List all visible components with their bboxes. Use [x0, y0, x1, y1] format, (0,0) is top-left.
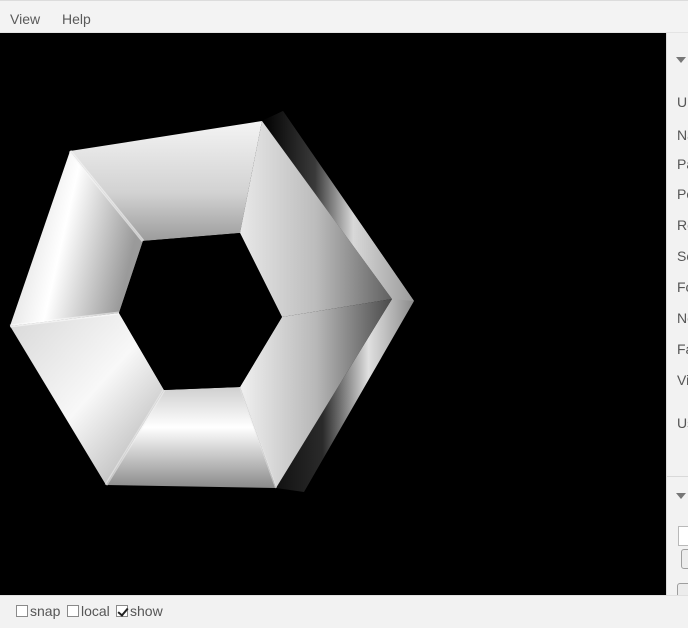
local-toggle[interactable]: local — [67, 603, 110, 619]
property-label-scale: Sc — [677, 248, 688, 264]
collapse-arrow-icon[interactable] — [676, 493, 686, 499]
local-label: local — [81, 603, 110, 619]
hexagonal-torus-mesh — [9, 111, 414, 492]
property-label-name: Na — [677, 127, 688, 143]
property-label-uuid: UU — [677, 94, 688, 110]
bottom-toolbar: snap local show — [0, 595, 688, 628]
3d-viewport[interactable] — [0, 33, 666, 595]
property-label-near: Ne — [677, 310, 688, 326]
property-label-visible: Vi — [677, 372, 688, 388]
property-label-parent: Pa — [677, 156, 688, 172]
panel-button[interactable] — [677, 583, 688, 595]
menu-bar: View Help — [0, 0, 688, 33]
show-toggle[interactable]: show — [116, 603, 163, 619]
local-checkbox[interactable] — [67, 605, 79, 617]
show-label: show — [130, 603, 163, 619]
script-input[interactable] — [678, 526, 688, 546]
property-label-position: Po — [677, 186, 688, 202]
property-label-far: Fa — [677, 341, 688, 357]
menu-help[interactable]: Help — [62, 11, 91, 27]
property-label-userdata: Us — [677, 415, 688, 431]
panel-divider — [667, 476, 688, 477]
menu-view[interactable]: View — [10, 11, 40, 27]
properties-panel: UU Na Pa Po Ro Sc Fo Ne Fa Vi Us — [666, 33, 688, 595]
collapse-arrow-icon[interactable] — [676, 57, 686, 63]
viewport-canvas[interactable] — [0, 33, 666, 595]
property-label-rotation: Ro — [677, 217, 688, 233]
panel-button[interactable] — [681, 549, 688, 569]
snap-toggle[interactable]: snap — [16, 603, 60, 619]
property-label-fov: Fo — [677, 279, 688, 295]
show-checkbox[interactable] — [116, 605, 128, 617]
snap-checkbox[interactable] — [16, 605, 28, 617]
snap-label: snap — [30, 603, 61, 619]
